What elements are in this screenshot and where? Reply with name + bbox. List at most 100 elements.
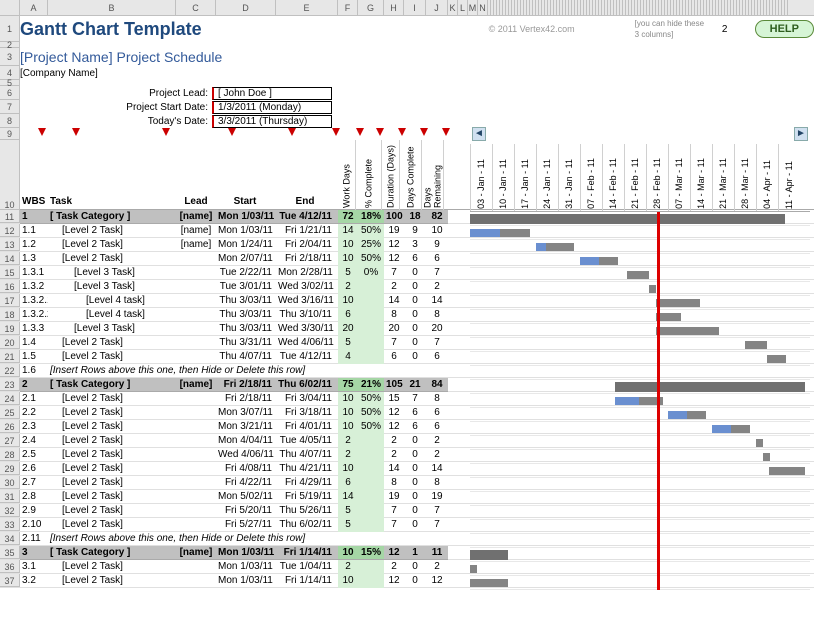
cell-end[interactable]: Thu 6/02/11	[276, 378, 338, 392]
cell-end[interactable]: Wed 3/16/11	[276, 294, 338, 308]
cell-pct[interactable]	[358, 308, 384, 322]
cell-wbs[interactable]: 1.3.3	[20, 322, 48, 336]
cell-dayscomp[interactable]: 0	[404, 350, 426, 364]
col-wbs[interactable]: WBS	[20, 195, 48, 209]
cell-start[interactable]: Fri 5/20/11	[216, 504, 276, 518]
cell-daysrem[interactable]: 20	[426, 322, 448, 336]
cell-daysrem[interactable]: 8	[426, 308, 448, 322]
cell-wbs[interactable]: 2.10	[20, 518, 48, 532]
cell-lead[interactable]	[176, 336, 216, 350]
cell-wbs[interactable]: 1.6	[20, 364, 48, 378]
cell-wbs[interactable]: 3	[20, 546, 48, 560]
cell-dayscomp[interactable]: 0	[404, 490, 426, 504]
cell-end[interactable]: Wed 3/30/11	[276, 322, 338, 336]
cell-wbs[interactable]: 2.2	[20, 406, 48, 420]
cell-lead[interactable]: [name]	[176, 224, 216, 238]
cell-dayscomp[interactable]: 6	[404, 406, 426, 420]
cell-duration[interactable]: 7	[384, 336, 404, 350]
cell-duration[interactable]: 2	[384, 448, 404, 462]
cell-workdays[interactable]: 10	[338, 392, 358, 406]
cell-start[interactable]: Mon 4/04/11	[216, 434, 276, 448]
col-lead[interactable]: Lead	[176, 195, 216, 209]
cell-task[interactable]: [Level 3 Task]	[48, 266, 176, 280]
cell-pct[interactable]: 50%	[358, 406, 384, 420]
cell-lead[interactable]	[176, 560, 216, 574]
cell-duration[interactable]: 100	[384, 210, 404, 224]
cell-task[interactable]: [Level 2 Task]	[48, 476, 176, 490]
cell-daysrem[interactable]: 14	[426, 462, 448, 476]
cell-start[interactable]: Mon 5/02/11	[216, 490, 276, 504]
cell-daysrem[interactable]: 6	[426, 350, 448, 364]
cell-workdays[interactable]: 10	[338, 462, 358, 476]
cell-start[interactable]: Thu 3/03/11	[216, 294, 276, 308]
cell-lead[interactable]: [name]	[176, 210, 216, 224]
cell-workdays[interactable]: 5	[338, 504, 358, 518]
cell-lead[interactable]	[176, 518, 216, 532]
cell-pct[interactable]	[358, 448, 384, 462]
cell-start[interactable]: Mon 1/03/11	[216, 546, 276, 560]
cell-pct[interactable]: 18%	[358, 210, 384, 224]
cell-workdays[interactable]: 10	[338, 574, 358, 588]
cell-lead[interactable]	[176, 448, 216, 462]
cell-wbs[interactable]: 2.6	[20, 462, 48, 476]
cell-pct[interactable]	[358, 434, 384, 448]
cell-end[interactable]: Thu 4/21/11	[276, 462, 338, 476]
start-date-input[interactable]: 1/3/2011 (Monday)	[212, 101, 332, 114]
cell-workdays[interactable]: 20	[338, 322, 358, 336]
cell-task[interactable]: [Level 2 Task]	[48, 462, 176, 476]
cell-workdays[interactable]: 72	[338, 210, 358, 224]
cell-duration[interactable]: 7	[384, 518, 404, 532]
cell-lead[interactable]: [name]	[176, 238, 216, 252]
cell-start[interactable]: Mon 1/03/11	[216, 560, 276, 574]
cell-duration[interactable]: 19	[384, 224, 404, 238]
cell-wbs[interactable]: 2.5	[20, 448, 48, 462]
cell-task[interactable]: [Level 2 Task]	[48, 518, 176, 532]
cell-wbs[interactable]: 1.3.1	[20, 266, 48, 280]
cell-start[interactable]: Thu 3/03/11	[216, 322, 276, 336]
cell-daysrem[interactable]: 7	[426, 336, 448, 350]
cell-dayscomp[interactable]: 6	[404, 252, 426, 266]
col-start[interactable]: Start	[216, 195, 276, 209]
cell-pct[interactable]	[358, 462, 384, 476]
cell-pct[interactable]: 50%	[358, 392, 384, 406]
cell-duration[interactable]: 6	[384, 350, 404, 364]
cell-wbs[interactable]: 1.3.2.1	[20, 294, 48, 308]
cell-daysrem[interactable]: 12	[426, 574, 448, 588]
cell-end[interactable]: Wed 4/06/11	[276, 336, 338, 350]
col-daysrem[interactable]: Days Remaining	[422, 140, 444, 210]
cell-lead[interactable]	[176, 490, 216, 504]
cell-daysrem[interactable]: 7	[426, 518, 448, 532]
cell-dayscomp[interactable]: 1	[404, 546, 426, 560]
cell-task[interactable]: [Level 2 Task]	[48, 448, 176, 462]
cell-wbs[interactable]: 1.3.2.2	[20, 308, 48, 322]
cell-wbs[interactable]: 1.2	[20, 238, 48, 252]
cell-start[interactable]: Tue 2/22/11	[216, 266, 276, 280]
cell-dayscomp[interactable]: 9	[404, 224, 426, 238]
cell-duration[interactable]: 20	[384, 322, 404, 336]
cell-dayscomp[interactable]: 21	[404, 378, 426, 392]
cell-end[interactable]: Thu 5/26/11	[276, 504, 338, 518]
cell-daysrem[interactable]: 82	[426, 210, 448, 224]
cell-daysrem[interactable]: 7	[426, 504, 448, 518]
cell-pct[interactable]	[358, 560, 384, 574]
cell-task[interactable]: [Level 2 Task]	[48, 406, 176, 420]
cell-end[interactable]: Tue 1/04/11	[276, 560, 338, 574]
cell-lead[interactable]	[176, 266, 216, 280]
cell-start[interactable]: Fri 2/18/11	[216, 378, 276, 392]
cell-start[interactable]: Mon 3/21/11	[216, 420, 276, 434]
cell-end[interactable]: Fri 2/04/11	[276, 238, 338, 252]
help-button[interactable]: HELP	[755, 20, 814, 38]
cell-start[interactable]: Mon 1/03/11	[216, 574, 276, 588]
col-workdays[interactable]: Work Days	[338, 140, 356, 210]
cell-dayscomp[interactable]: 0	[404, 462, 426, 476]
cell-lead[interactable]	[176, 504, 216, 518]
cell-duration[interactable]: 12	[384, 406, 404, 420]
cell-wbs[interactable]: 2.3	[20, 420, 48, 434]
cell-daysrem[interactable]: 6	[426, 406, 448, 420]
col-duration[interactable]: Duration (Days)	[382, 140, 400, 210]
cell-daysrem[interactable]: 11	[426, 546, 448, 560]
cell-duration[interactable]: 12	[384, 546, 404, 560]
cell-workdays[interactable]: 2	[338, 448, 358, 462]
cell-dayscomp[interactable]: 18	[404, 210, 426, 224]
cell-duration[interactable]: 2	[384, 434, 404, 448]
